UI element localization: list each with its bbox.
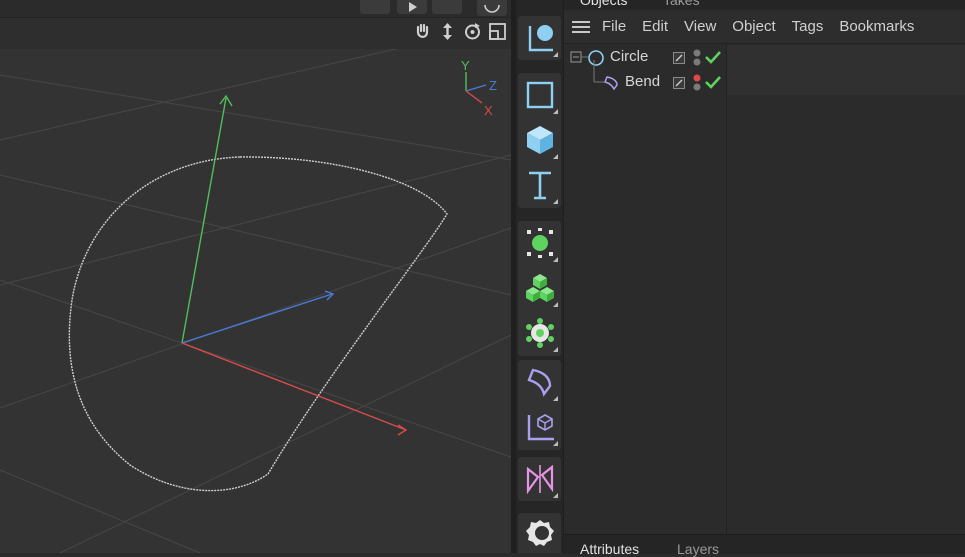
grid-line [0,227,511,409]
viewport-canvas[interactable]: Y Z X [0,0,511,553]
grid-line [0,154,511,286]
viewport-header [0,0,511,49]
axis-create-icon[interactable] [518,16,561,60]
gizmo-z-line [465,84,487,92]
object-manager-menubar: File Edit View Object Tags Bookmarks [564,10,965,44]
environment-icon[interactable] [518,513,561,553]
object-row-circle[interactable]: Circle [564,45,965,70]
maximize-icon[interactable] [488,22,507,41]
viewport-navigation [413,22,507,41]
visibility-dots-icon[interactable] [692,48,702,68]
object-name[interactable]: Bend [625,73,660,90]
layer-toggle-icon[interactable] [673,52,685,64]
menu-tags[interactable]: Tags [792,18,824,35]
square-spline-icon[interactable] [518,73,561,117]
tag-column [727,70,965,95]
grid-line [0,279,511,458]
tab-layers[interactable]: Layers [677,541,719,557]
tab-attributes[interactable]: Attributes [580,541,639,557]
z-axis-handle[interactable] [181,293,333,344]
column-separator[interactable] [726,44,727,534]
bend-deformer-icon [603,76,618,91]
menu-view[interactable]: View [684,18,716,35]
move-arrows-icon[interactable] [438,22,457,41]
coordinate-system-icon[interactable] [518,405,561,449]
object-name[interactable]: Circle [610,48,648,65]
enabled-check-icon[interactable] [705,75,721,89]
tool-palette [516,0,563,553]
tag-column [727,45,965,70]
cloner-icon[interactable] [518,266,561,310]
render-view-button[interactable] [360,0,390,14]
render-queue-button[interactable] [477,0,507,16]
gizmo-z-label: Z [489,78,497,93]
mograph-effector-icon[interactable] [518,311,561,355]
grid-line [0,469,201,553]
text-tool-icon[interactable] [518,163,561,207]
light-icon[interactable] [518,221,561,265]
x-axis-handle[interactable] [181,342,407,431]
render-picture-button[interactable] [397,0,427,14]
3d-viewport[interactable]: Y Z X [0,0,511,553]
bend-deformer-icon[interactable] [518,360,561,404]
hand-pan-icon[interactable] [413,22,432,41]
tool-group [518,16,561,60]
gizmo-x-label: X [484,103,493,118]
object-list[interactable]: Circle Bend [564,44,965,534]
manager-tabs: Objects Takes [564,0,965,10]
menu-file[interactable]: File [602,18,626,35]
tool-group [518,221,561,356]
render-settings-button[interactable] [432,0,462,14]
bottom-tabs: Attributes Layers [564,534,965,557]
symmetry-icon[interactable] [518,457,561,501]
tool-group [518,513,561,553]
viewport-grid [0,47,511,553]
tab-takes[interactable]: Takes [663,0,700,8]
menu-edit[interactable]: Edit [642,18,668,35]
visibility-dots-icon[interactable] [692,73,702,93]
grid-line [59,334,511,553]
rotate-icon[interactable] [463,22,482,41]
hamburger-menu-icon[interactable] [572,18,590,36]
menu-object[interactable]: Object [732,18,775,35]
object-manager: Objects Takes File Edit View Object Tags… [563,0,965,557]
tool-group [518,457,561,501]
axis-gizmo: Y Z X [461,58,497,118]
grid-line [0,74,511,161]
tool-group [518,73,561,208]
y-axis-handle[interactable] [181,97,227,344]
tool-group [518,360,561,450]
tab-objects[interactable]: Objects [580,0,627,8]
object-row-bend[interactable]: Bend [564,60,965,95]
layer-toggle-icon[interactable] [673,77,685,89]
grid-line [0,47,401,141]
gizmo-y-label: Y [461,58,470,73]
x-axis-arrow-icon [397,424,408,436]
menu-bookmarks[interactable]: Bookmarks [839,18,914,35]
enabled-check-icon[interactable] [705,50,721,64]
gizmo-x-line [465,90,483,104]
cube-icon[interactable] [518,118,561,162]
